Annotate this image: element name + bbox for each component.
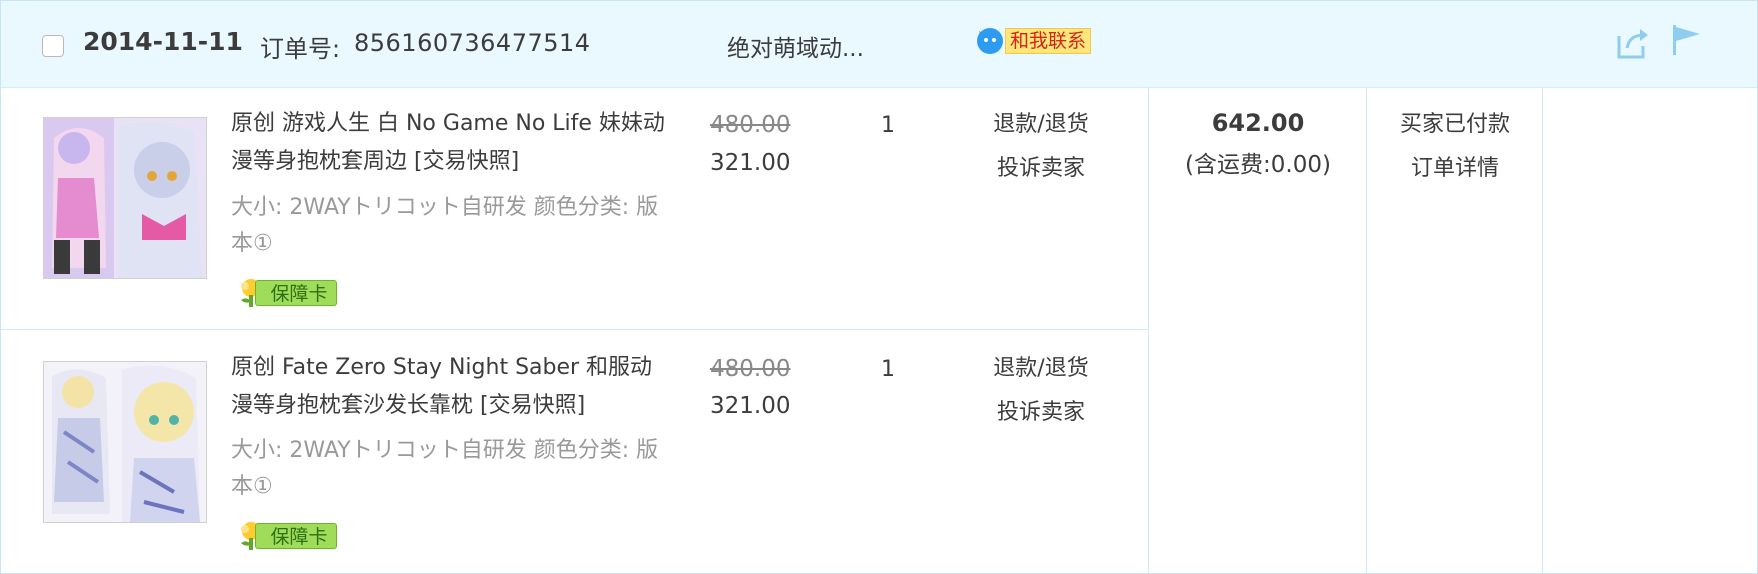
order-number-label: 订单号: (260, 35, 341, 63)
order-header: 2014-11-11 订单号: 856160736477514 绝对萌域动...… (1, 1, 1757, 88)
guarantee-card-label: 保障卡 (255, 523, 337, 549)
share-icon[interactable] (1615, 26, 1651, 60)
product-title-link[interactable]: 原创 游戏人生 白 No Game No Life 妹妹动漫等身抱枕套周边 [交… (231, 105, 671, 181)
order-date: 2014-11-11 (83, 27, 243, 56)
order-status: 买家已付款 订单详情 (1367, 103, 1543, 191)
shop-name-link[interactable]: 绝对萌域动... (727, 29, 864, 63)
original-price: 480.00 (710, 112, 791, 138)
original-price: 480.00 (710, 356, 791, 382)
chat-bubble-icon (977, 28, 1003, 54)
product-thumbnail[interactable] (43, 361, 207, 523)
order-checkbox[interactable] (42, 35, 64, 57)
product-image (44, 118, 206, 278)
guarantee-card-label: 保障卡 (255, 280, 337, 306)
complain-seller-link[interactable]: 投诉卖家 (971, 147, 1111, 191)
order-state: 买家已付款 (1399, 112, 1510, 137)
item-actions: 退款/退货 投诉卖家 (971, 347, 1111, 435)
guarantee-card-badge[interactable]: 保障卡 (237, 521, 339, 551)
product-sku: 大小: 2WAYトリコット自研发 颜色分类: 版本① (231, 195, 659, 256)
shipping-fee: (含运费:0.00) (1185, 152, 1331, 178)
quantity: 1 (881, 357, 895, 382)
refund-return-link[interactable]: 退款/退货 (971, 103, 1111, 147)
product-title-link[interactable]: 原创 Fate Zero Stay Night Saber 和服动漫等身抱枕套沙… (231, 349, 671, 425)
product-thumbnail[interactable] (43, 117, 207, 279)
item-actions: 退款/退货 投诉卖家 (971, 103, 1111, 191)
order-total: 642.00 (含运费:0.00) (1149, 87, 1367, 179)
flag-icon[interactable] (1670, 23, 1704, 57)
refund-return-link[interactable]: 退款/退货 (971, 347, 1111, 391)
item-separator (1, 329, 1149, 330)
order-number: 856160736477514 (354, 29, 591, 57)
contact-seller-label: 和我联系 (1005, 28, 1092, 54)
guarantee-card-badge[interactable]: 保障卡 (237, 278, 339, 308)
order-card: 2014-11-11 订单号: 856160736477514 绝对萌域动...… (0, 0, 1758, 574)
order-detail-link[interactable]: 订单详情 (1367, 147, 1543, 191)
total-amount: 642.00 (1211, 109, 1305, 137)
product-sku: 大小: 2WAYトリコット自研发 颜色分类: 版本① (231, 438, 659, 499)
unit-price: 321.00 (710, 393, 791, 419)
quantity: 1 (881, 113, 895, 138)
unit-price: 321.00 (710, 150, 791, 176)
product-image (44, 362, 206, 522)
complain-seller-link[interactable]: 投诉卖家 (971, 391, 1111, 435)
